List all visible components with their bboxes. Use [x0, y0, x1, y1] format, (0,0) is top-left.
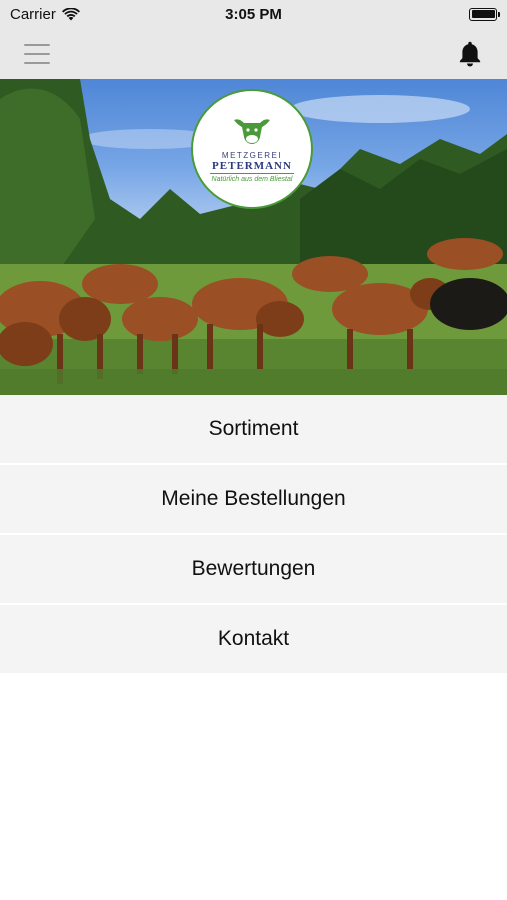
menu-item-kontakt[interactable]: Kontakt — [0, 605, 507, 673]
battery-icon — [469, 7, 500, 21]
menu-item-meine-bestellungen[interactable]: Meine Bestellungen — [0, 465, 507, 533]
hamburger-icon[interactable] — [24, 43, 50, 64]
logo-top-text: METZGEREI — [221, 151, 283, 160]
logo-brand-text: PETERMANN — [212, 160, 292, 172]
menu-item-bewertungen[interactable]: Bewertungen — [0, 535, 507, 603]
logo-tagline: Natürlich aus dem Bliestal — [211, 176, 293, 183]
menu-item-sortiment[interactable]: Sortiment — [0, 395, 507, 463]
logo-divider — [210, 173, 294, 174]
status-left: Carrier — [10, 6, 80, 23]
nav-bar — [0, 28, 507, 79]
status-bar: Carrier 3:05 PM — [0, 0, 507, 28]
wifi-icon — [61, 7, 80, 20]
cow-head-icon — [234, 119, 270, 144]
bell-icon[interactable] — [455, 39, 485, 69]
brand-logo: METZGEREI PETERMANN Natürlich aus dem Bl… — [191, 89, 313, 209]
carrier-label: Carrier — [10, 5, 56, 23]
main-menu: Sortiment Meine Bestellungen Bewertungen… — [0, 395, 507, 675]
